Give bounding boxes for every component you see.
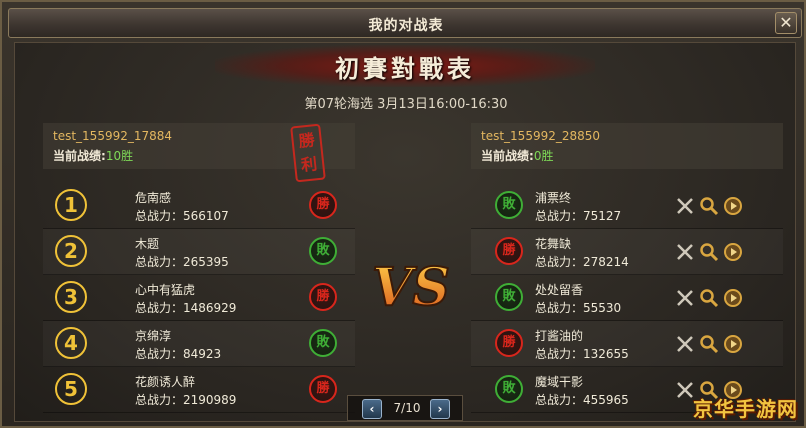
play-icon[interactable] bbox=[723, 242, 743, 262]
right-fighter-row: 敗 浦票终 总战力：75127 bbox=[471, 183, 783, 229]
fighter-power: 总战力：84923 bbox=[135, 347, 222, 361]
win-badge: 勝 bbox=[495, 237, 523, 265]
left-fighter-row: 3 心中有猛虎 总战力：1486929 勝 bbox=[43, 275, 355, 321]
pager: ‹ 7/10 › bbox=[347, 395, 463, 421]
cross-swords-icon[interactable] bbox=[675, 196, 695, 216]
title-bar: 我的对战表 ✕ bbox=[8, 8, 802, 38]
magnifier-icon[interactable] bbox=[699, 196, 719, 216]
play-icon[interactable] bbox=[723, 196, 743, 216]
magnifier-icon[interactable] bbox=[699, 334, 719, 354]
fighter-name: 打酱油的 bbox=[535, 329, 584, 343]
lose-badge: 敗 bbox=[495, 375, 523, 403]
round-info: 第07轮海选 3月13日16:00-16:30 bbox=[304, 97, 508, 112]
fighter-power: 总战力：75127 bbox=[535, 209, 622, 223]
left-fighter-row: 4 京绵淳 总战力：84923 敗 bbox=[43, 321, 355, 367]
row-actions bbox=[675, 334, 745, 354]
right-player-header: test_155992_28850 当前战绩:0胜 bbox=[471, 123, 783, 169]
rank-number-icon: 4 bbox=[55, 327, 87, 359]
rank-number-icon: 3 bbox=[55, 281, 87, 313]
win-badge: 勝 bbox=[309, 283, 337, 311]
fighter-name: 花颜诱人醉 bbox=[135, 375, 196, 389]
magnifier-icon[interactable] bbox=[699, 288, 719, 308]
fighter-name: 危南感 bbox=[135, 191, 172, 205]
cross-swords-icon[interactable] bbox=[675, 380, 695, 400]
row-actions bbox=[675, 288, 745, 308]
close-button[interactable]: ✕ bbox=[775, 12, 797, 34]
fighter-power: 总战力：1486929 bbox=[135, 301, 237, 315]
right-fighter-row: 敗 处处留香 总战力：55530 bbox=[471, 275, 783, 321]
fighter-power: 总战力：278214 bbox=[535, 255, 629, 269]
victory-seal-text: 勝利 bbox=[297, 130, 319, 175]
right-fighter-list: 敗 浦票终 总战力：75127 勝 花舞缺 总战力：278214 敗 处处留香 … bbox=[471, 183, 783, 413]
next-page-button[interactable]: › bbox=[430, 399, 450, 419]
fighter-power: 总战力：55530 bbox=[535, 301, 622, 315]
right-player-id: test_155992_28850 bbox=[481, 129, 601, 143]
win-badge: 勝 bbox=[495, 329, 523, 357]
prev-page-button[interactable]: ‹ bbox=[362, 399, 382, 419]
left-fighter-list: 1 危南感 总战力：566107 勝 2 木题 总战力：265395 敗 3 心… bbox=[43, 183, 355, 413]
record-label: 当前战绩: bbox=[481, 149, 534, 163]
left-fighter-row: 1 危南感 总战力：566107 勝 bbox=[43, 183, 355, 229]
fighter-name: 浦票终 bbox=[535, 191, 572, 205]
row-actions bbox=[675, 196, 745, 216]
vs-emblem: VS bbox=[371, 256, 451, 319]
left-fighter-row: 5 花颜诱人醉 总战力：2190989 勝 bbox=[43, 367, 355, 413]
cross-swords-icon[interactable] bbox=[675, 242, 695, 262]
fighter-name: 处处留香 bbox=[535, 283, 584, 297]
lose-badge: 敗 bbox=[495, 283, 523, 311]
fighter-power: 总战力：566107 bbox=[135, 209, 229, 223]
cross-swords-icon[interactable] bbox=[675, 288, 695, 308]
battle-panel: 初賽對戰表 第07轮海选 3月13日16:00-16:30 test_15599… bbox=[14, 42, 796, 422]
right-fighter-row: 勝 打酱油的 总战力：132655 bbox=[471, 321, 783, 367]
left-fighter-row: 2 木题 总战力：265395 敗 bbox=[43, 229, 355, 275]
site-watermark: 京华手游网 bbox=[693, 397, 798, 421]
rank-number-icon: 2 bbox=[55, 235, 87, 267]
right-fighter-row: 勝 花舞缺 总战力：278214 bbox=[471, 229, 783, 275]
win-badge: 勝 bbox=[309, 191, 337, 219]
page-indicator: 7/10 bbox=[393, 401, 421, 415]
fighter-name: 木题 bbox=[135, 237, 160, 251]
right-player-record: 当前战绩:0胜 bbox=[481, 147, 553, 164]
fighter-name: 花舞缺 bbox=[535, 237, 572, 251]
rank-number-icon: 5 bbox=[55, 373, 87, 405]
play-icon[interactable] bbox=[723, 334, 743, 354]
play-icon[interactable] bbox=[723, 288, 743, 308]
lose-badge: 敗 bbox=[309, 237, 337, 265]
cross-swords-icon[interactable] bbox=[675, 334, 695, 354]
lose-badge: 敗 bbox=[309, 329, 337, 357]
banner-title: 初賽對戰表 bbox=[335, 54, 475, 83]
magnifier-icon[interactable] bbox=[699, 242, 719, 262]
vs-text: VS bbox=[372, 257, 450, 318]
fighter-power: 总战力：132655 bbox=[535, 347, 629, 361]
fighter-power: 总战力：265395 bbox=[135, 255, 229, 269]
left-player-record: 当前战绩:10胜 bbox=[53, 147, 133, 164]
win-badge: 勝 bbox=[309, 375, 337, 403]
record-label: 当前战绩: bbox=[53, 149, 106, 163]
window-title: 我的对战表 bbox=[368, 18, 444, 34]
battle-window: 我的对战表 ✕ 初賽對戰表 第07轮海选 3月13日16:00-16:30 te… bbox=[0, 0, 806, 428]
fighter-power: 总战力：2190989 bbox=[135, 393, 237, 407]
fighter-power: 总战力：455965 bbox=[535, 393, 629, 407]
left-player-id: test_155992_17884 bbox=[53, 129, 173, 143]
record-value: 10胜 bbox=[105, 149, 134, 163]
fighter-name: 心中有猛虎 bbox=[135, 283, 196, 297]
rank-number-icon: 1 bbox=[55, 189, 87, 221]
fighter-name: 魔域干影 bbox=[535, 375, 584, 389]
record-value: 0胜 bbox=[533, 149, 554, 163]
lose-badge: 敗 bbox=[495, 191, 523, 219]
fighter-name: 京绵淳 bbox=[135, 329, 172, 343]
victory-seal: 勝利 bbox=[290, 123, 326, 183]
row-actions bbox=[675, 242, 745, 262]
